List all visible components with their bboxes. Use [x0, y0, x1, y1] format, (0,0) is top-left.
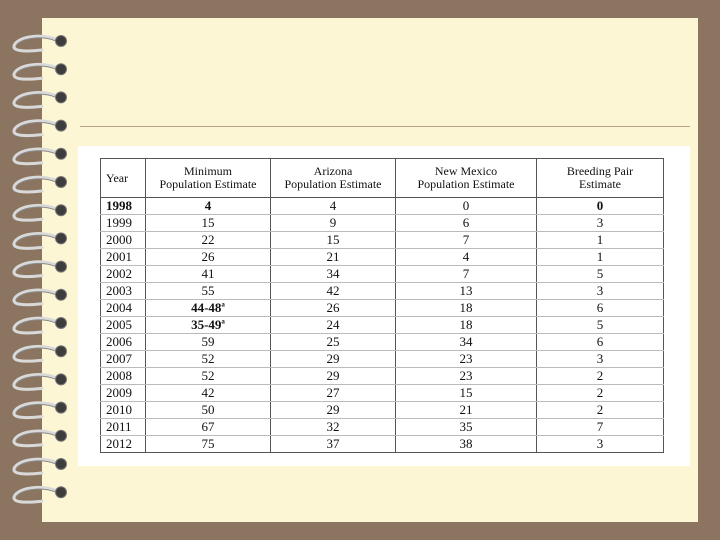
header-arizona-population: Arizona Population Estimate	[270, 158, 396, 198]
spiral-ring	[12, 344, 60, 363]
table-row: 2006 59 25 34 6	[100, 333, 664, 351]
binding-hole	[55, 373, 67, 386]
spiral-ring	[12, 429, 60, 448]
spiral-ring	[12, 457, 60, 476]
spiral-ring	[12, 316, 60, 335]
spiral-ring	[12, 288, 60, 307]
table-row: 2010 50 29 21 2	[100, 401, 664, 419]
binding-hole	[55, 429, 67, 442]
population-table: Year Minimum Population Estimate Arizona P…	[100, 158, 664, 453]
header-year: Year	[100, 158, 146, 198]
spiral-ring	[12, 175, 60, 194]
table-header-row: Year Minimum Population Estimate Arizona P…	[100, 158, 664, 198]
table-row: 2004 44-48a 26 18 6	[100, 299, 664, 317]
spiral-binding	[12, 34, 67, 504]
table-row: 2007 52 29 23 3	[100, 350, 664, 368]
binding-hole	[55, 35, 67, 47]
table-row: 1998 4 4 0 0	[100, 197, 664, 215]
table-row: 1999 15 9 6 3	[100, 214, 664, 232]
title-divider	[80, 126, 690, 127]
binding-hole	[55, 486, 67, 499]
spiral-ring	[12, 34, 60, 53]
binding-hole	[55, 401, 67, 414]
binding-hole	[55, 317, 67, 329]
binding-hole	[55, 204, 67, 217]
spiral-ring	[12, 401, 60, 420]
table-image: Year Minimum Population Estimate Arizona P…	[78, 146, 690, 466]
table-row: 2005 35-49a 24 18 5	[100, 316, 664, 334]
header-breeding-pair: Breeding Pair Estimate	[536, 158, 664, 198]
table-row: 2009 42 27 15 2	[100, 384, 664, 402]
binding-hole	[55, 458, 67, 470]
table-row: 2003 55 42 13 3	[100, 282, 664, 300]
spiral-ring	[12, 119, 60, 138]
spiral-ring	[12, 373, 60, 391]
table-row: 2000 22 15 7 1	[100, 231, 664, 249]
header-minimum-population: Minimum Population Estimate	[145, 158, 271, 198]
binding-hole	[55, 288, 67, 301]
header-new-mexico-population: New Mexico Population Estimate	[395, 158, 537, 198]
table-row: 2008 52 29 23 2	[100, 367, 664, 385]
spiral-ring	[12, 147, 60, 166]
binding-hole	[55, 345, 67, 358]
binding-hole	[55, 232, 67, 245]
table-row: 2001 26 21 4 1	[100, 248, 664, 266]
spiral-ring	[12, 62, 60, 81]
spiral-ring	[12, 485, 60, 504]
binding-hole	[55, 63, 67, 76]
binding-hole	[55, 147, 67, 160]
binding-hole	[55, 119, 67, 132]
table-row: 2011 67 32 35 7	[100, 418, 664, 436]
spiral-ring	[12, 260, 60, 279]
spiral-ring	[12, 91, 60, 109]
spiral-ring	[12, 232, 60, 250]
table-row: 2012 75 37 38 3	[100, 435, 664, 453]
binding-hole	[55, 91, 67, 104]
table-row: 2002 41 34 7 5	[100, 265, 664, 283]
spiral-ring	[12, 203, 60, 222]
binding-hole	[55, 176, 67, 188]
binding-hole	[55, 260, 67, 273]
